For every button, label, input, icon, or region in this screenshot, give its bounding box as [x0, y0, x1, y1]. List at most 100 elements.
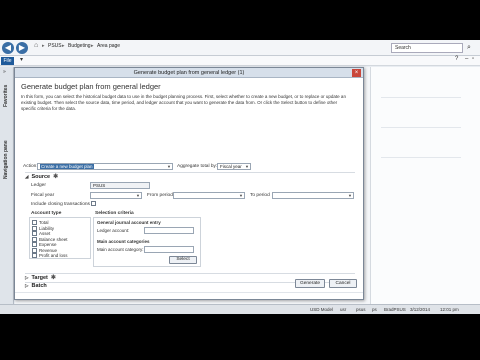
search-input[interactable]: Search: [391, 43, 463, 53]
target-title: Target: [31, 275, 48, 281]
ledger-field[interactable]: PSUS: [90, 182, 150, 189]
generate-button[interactable]: Generate: [295, 279, 325, 288]
include-closing-label: Include closing transactions: [31, 202, 90, 207]
to-period-field[interactable]: ▼: [272, 192, 354, 199]
generate-budget-plan-dialog: Generate budget plan from general ledger…: [14, 67, 364, 300]
collapse-triangle-icon[interactable]: ◢: [25, 174, 28, 179]
forward-button[interactable]: ▶: [16, 42, 28, 54]
breadcrumb-page[interactable]: Area page: [97, 43, 120, 49]
cancel-button[interactable]: Cancel: [329, 279, 357, 288]
select-button[interactable]: Select: [169, 256, 197, 264]
account-type-group: Total Liability Asset Balance sheet Expe…: [29, 217, 91, 259]
include-closing-checkbox[interactable]: [91, 201, 96, 206]
aggregate-label: Aggregate total by:: [177, 164, 218, 169]
ledger-account-field[interactable]: [144, 227, 194, 234]
navigation-pane[interactable]: » Favorites Navigation pane: [0, 67, 14, 314]
chevron-down-icon[interactable]: ▼: [348, 193, 352, 198]
status-user: BradPSUS: [384, 307, 406, 312]
video-frame: ◀ ▶ ⌂ ▸ PSUS ▸ Budgeting ▸ Area page Sea…: [0, 0, 480, 360]
divider: [381, 127, 461, 128]
status-company[interactable]: psus: [356, 307, 366, 312]
chevron-down-icon[interactable]: ▼: [245, 164, 249, 169]
account-type-checkbox[interactable]: [32, 220, 37, 225]
ledger-account-label: Ledger account:: [97, 228, 130, 233]
chevron-down-icon[interactable]: ▼: [136, 193, 140, 198]
expand-triangle-icon[interactable]: ▷: [25, 275, 28, 280]
breadcrumb-separator: ▸: [42, 43, 45, 49]
status-bar: USD Model usr psus ps BradPSUS 3/12/2014…: [0, 304, 480, 314]
section-divider: [25, 172, 355, 173]
status-currency: USD Model: [310, 307, 334, 312]
home-icon[interactable]: ⌂: [34, 42, 38, 49]
batch-title: Batch: [31, 283, 47, 289]
account-type-checkbox[interactable]: [32, 253, 37, 258]
breadcrumb-company[interactable]: PSUS: [48, 43, 62, 49]
account-type-label: Asset: [39, 231, 51, 236]
file-menu-button[interactable]: File: [1, 57, 14, 65]
main-categories-title: Main account categories: [97, 239, 150, 244]
chevron-down-icon[interactable]: ▼: [239, 193, 243, 198]
application-window: ◀ ▶ ⌂ ▸ PSUS ▸ Budgeting ▸ Area page Sea…: [0, 40, 480, 314]
divider: [381, 157, 461, 158]
breadcrumb-module[interactable]: Budgeting: [68, 43, 91, 49]
chevron-down-icon[interactable]: ▼: [167, 164, 171, 169]
status-layer: usr: [340, 307, 347, 312]
dialog-title: Generate budget plan from general ledger…: [133, 70, 245, 76]
star-icon: ✱: [50, 275, 56, 281]
source-section-header[interactable]: ◢ Source ✱: [25, 173, 58, 180]
dialog-description: In this form, you can select the histori…: [21, 94, 346, 111]
account-type-label: Liability: [39, 225, 55, 231]
aggregate-value: Fiscal year: [220, 164, 242, 169]
source-title: Source: [31, 174, 51, 180]
main-category-label: Main account category:: [97, 247, 144, 252]
favorites-tab[interactable]: Favorites: [3, 85, 9, 107]
back-button[interactable]: ◀: [2, 42, 14, 54]
selection-criteria-group: General journal account entry Ledger acc…: [93, 217, 201, 267]
account-type-label: Expense: [39, 242, 57, 247]
help-icon[interactable]: ?: [455, 56, 458, 62]
main-category-field[interactable]: [144, 246, 194, 253]
navigation-pane-tab[interactable]: Navigation pane: [3, 140, 9, 179]
dialog-heading: Generate budget plan from general ledger: [21, 82, 161, 91]
account-type-label: Profit and loss: [39, 253, 68, 258]
file-bar: File ▾ ? – ▫: [0, 56, 480, 66]
minimize-icon[interactable]: –: [465, 56, 468, 62]
dialog-titlebar[interactable]: Generate budget plan from general ledger…: [15, 68, 363, 78]
status-time: 12:01 pm: [440, 307, 459, 312]
account-type-label: Revenue: [39, 247, 58, 253]
restore-icon[interactable]: ▫: [472, 56, 474, 62]
from-period-field[interactable]: ▼: [173, 192, 245, 199]
fiscal-year-field[interactable]: ▼: [90, 192, 142, 199]
account-type-label: Total: [39, 220, 49, 225]
breadcrumb-separator: ▸: [91, 43, 94, 49]
account-type-title: Account type: [31, 211, 62, 216]
collapse-icon[interactable]: »: [3, 69, 6, 75]
divider: [381, 97, 461, 98]
target-section-header[interactable]: ▷ Target ✱: [25, 274, 56, 281]
section-divider: [25, 273, 355, 274]
from-period-label: From period: [147, 193, 173, 198]
account-type-label: Balance sheet: [39, 236, 68, 242]
status-date: 3/12/2014: [410, 307, 431, 312]
action-value: Create a new budget plan: [40, 164, 94, 169]
aggregate-dropdown[interactable]: Fiscal year ▼: [217, 163, 251, 170]
search-icon[interactable]: ⌕: [464, 43, 474, 53]
account-type-checkbox[interactable]: [32, 242, 37, 247]
account-type-checkbox[interactable]: [32, 236, 37, 242]
expand-triangle-icon[interactable]: ▷: [25, 283, 28, 288]
window-control-icon[interactable]: ▾: [20, 56, 23, 63]
action-dropdown[interactable]: Create a new budget plan ▼: [37, 163, 173, 170]
address-bar: ◀ ▶ ⌂ ▸ PSUS ▸ Budgeting ▸ Area page Sea…: [0, 40, 480, 56]
action-label: Action:: [23, 164, 38, 169]
batch-section-header[interactable]: ▷ Batch: [25, 283, 47, 289]
breadcrumb-separator: ▸: [62, 43, 65, 49]
account-type-checkbox[interactable]: [32, 231, 37, 236]
right-panel: [370, 67, 480, 314]
ledger-label: Ledger: [31, 183, 46, 188]
close-icon[interactable]: ×: [352, 69, 361, 77]
footer-divider: [15, 292, 363, 293]
account-type-checkbox[interactable]: [32, 225, 37, 231]
gl-entry-title: General journal account entry: [97, 220, 161, 225]
account-type-checkbox[interactable]: [32, 247, 37, 253]
fiscal-year-label: Fiscal year: [31, 193, 55, 198]
